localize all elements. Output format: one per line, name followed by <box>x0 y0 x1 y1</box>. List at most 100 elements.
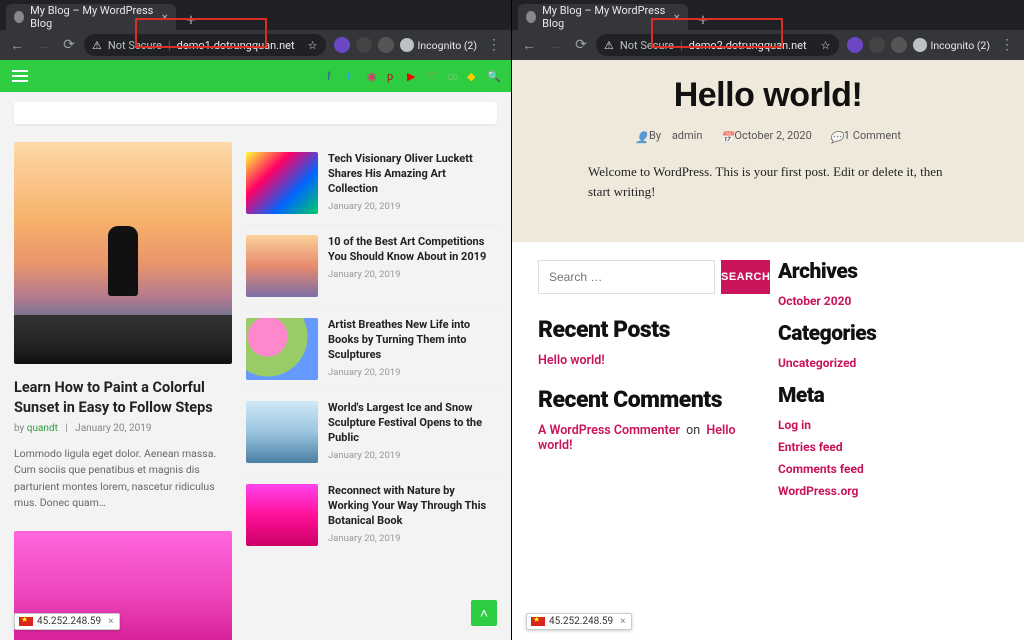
comment-count[interactable]: 1 Comment <box>844 129 901 142</box>
search-input[interactable] <box>538 260 715 294</box>
incognito-icon <box>400 38 414 52</box>
snapchat-icon[interactable]: ◆ <box>467 70 479 82</box>
extension-icon[interactable] <box>334 37 350 53</box>
new-tab-button[interactable]: + <box>180 8 202 30</box>
close-icon[interactable]: × <box>620 616 625 627</box>
instagram-icon[interactable]: ◉ <box>367 70 379 82</box>
category-link[interactable]: Uncategorized <box>778 356 998 370</box>
search-button[interactable]: SEARCH <box>721 260 770 294</box>
author-link[interactable]: admin <box>672 129 703 142</box>
youtube-icon[interactable]: ▶ <box>407 70 419 82</box>
widget-heading: Archives <box>778 260 998 284</box>
twitter-icon[interactable]: t <box>347 70 359 82</box>
sidebar-post-item[interactable]: Artist Breathes New Life into Books by T… <box>246 308 497 391</box>
scroll-to-top-button[interactable]: ˄ <box>471 600 497 626</box>
widget-heading: Recent Posts <box>538 316 758 343</box>
widget-heading: Categories <box>778 322 998 346</box>
extension-icon[interactable] <box>356 37 372 53</box>
back-button[interactable]: ← <box>6 34 28 56</box>
author-link[interactable]: quandt <box>27 423 58 434</box>
pinterest-icon[interactable]: p <box>387 70 399 82</box>
meta-link[interactable]: Comments feed <box>778 462 998 476</box>
meta-link[interactable]: Entries feed <box>778 440 998 454</box>
extension-icon[interactable] <box>847 37 863 53</box>
reload-button[interactable]: ⟳ <box>58 34 80 56</box>
post-body: Welcome to WordPress. This is your first… <box>588 162 948 202</box>
ip-badge[interactable]: 45.252.248.59 × <box>526 613 632 630</box>
sidebar-post-title: Reconnect with Nature by Working Your Wa… <box>328 484 497 529</box>
meta-link[interactable]: Log in <box>778 418 998 432</box>
security-warning-icon: ⚠ <box>92 39 102 52</box>
recent-comment: A WordPress Commenter on Hello world! <box>538 423 758 453</box>
heart-icon[interactable]: ♡ <box>427 70 439 82</box>
not-secure-label: Not Secure <box>620 39 674 52</box>
favicon <box>526 11 536 23</box>
sidebar-post-date: January 20, 2019 <box>328 533 497 544</box>
reload-button[interactable]: ⟳ <box>570 34 592 56</box>
forward-button[interactable]: → <box>32 34 54 56</box>
search-form: SEARCH <box>538 260 758 294</box>
bookmark-star-icon[interactable]: ☆ <box>308 39 318 52</box>
browser-tab[interactable]: My Blog – My WordPress Blog × <box>518 4 688 30</box>
address-bar[interactable]: ⚠ Not Secure | demo1.dotrungquan.net ☆ <box>84 34 326 56</box>
featured-image[interactable] <box>14 142 232 364</box>
archive-link[interactable]: October 2020 <box>778 294 998 308</box>
sidebar-post-title: Tech Visionary Oliver Luckett Shares His… <box>328 152 497 197</box>
sidebar-post-item[interactable]: 10 of the Best Art Competitions You Shou… <box>246 225 497 308</box>
tab-strip: My Blog – My WordPress Blog × + <box>0 0 511 30</box>
browser-tab[interactable]: My Blog – My WordPress Blog × <box>6 4 176 30</box>
close-tab-icon[interactable]: × <box>674 10 680 24</box>
sidebar-post-item[interactable]: World's Largest Ice and Snow Sculpture F… <box>246 391 497 474</box>
site-header: f t ◉ p ▶ ♡ ∞ ◆ 🔍 <box>0 60 511 92</box>
sidebar-post-item[interactable]: Reconnect with Nature by Working Your Wa… <box>246 474 497 556</box>
bookmark-star-icon[interactable]: ☆ <box>821 39 831 52</box>
tab-title: My Blog – My WordPress Blog <box>542 4 667 30</box>
incognito-indicator: Incognito (2) <box>913 38 990 52</box>
search-icon[interactable]: 🔍 <box>487 70 499 82</box>
sidebar-post-date: January 20, 2019 <box>328 450 497 461</box>
toolbar: ← → ⟳ ⚠ Not Secure | demo2.dotrungquan.n… <box>512 30 1024 60</box>
security-warning-icon: ⚠ <box>604 39 614 52</box>
post-date: October 2, 2020 <box>734 129 811 142</box>
sidebar-post-date: January 20, 2019 <box>328 201 497 212</box>
post-excerpt: Lommodo ligula eget dolor. Aenean massa.… <box>14 446 232 511</box>
toolbar: ← → ⟳ ⚠ Not Secure | demo1.dotrungquan.n… <box>0 30 511 60</box>
incognito-icon <box>913 38 927 52</box>
hamburger-menu-icon[interactable] <box>12 70 28 82</box>
featured-post-title[interactable]: Learn How to Paint a Colorful Sunset in … <box>14 378 232 417</box>
extension-icon[interactable] <box>869 37 885 53</box>
meta-link[interactable]: WordPress.org <box>778 484 998 498</box>
post-title[interactable]: Hello world! <box>540 76 996 115</box>
new-tab-button[interactable]: + <box>692 8 714 30</box>
favicon <box>14 11 24 23</box>
comment-author-link[interactable]: A WordPress Commenter <box>538 423 680 438</box>
sidebar-post-title: Artist Breathes New Life into Books by T… <box>328 318 497 363</box>
sidebar-post-item[interactable]: Tech Visionary Oliver Luckett Shares His… <box>246 142 497 225</box>
close-icon[interactable]: × <box>108 616 113 627</box>
back-button[interactable]: ← <box>518 34 540 56</box>
flag-icon <box>19 617 33 626</box>
browser-menu-button[interactable]: ⋮ <box>483 37 505 53</box>
recent-post-link[interactable]: Hello world! <box>538 353 758 368</box>
post-thumbnail <box>246 235 318 297</box>
calendar-icon: 📅 <box>720 131 730 141</box>
link-icon[interactable]: ∞ <box>447 70 459 82</box>
ip-badge[interactable]: 45.252.248.59 × <box>14 613 120 630</box>
facebook-icon[interactable]: f <box>327 70 339 82</box>
widget-heading: Recent Comments <box>538 386 758 413</box>
extensions-puzzle-icon[interactable] <box>891 37 907 53</box>
forward-button[interactable]: → <box>544 34 566 56</box>
post-thumbnail <box>246 401 318 463</box>
close-tab-icon[interactable]: × <box>162 10 168 24</box>
sidebar-post-date: January 20, 2019 <box>328 367 497 378</box>
browser-menu-button[interactable]: ⋮ <box>996 37 1018 53</box>
post-thumbnail <box>246 152 318 214</box>
address-bar[interactable]: ⚠ Not Secure | demo2.dotrungquan.net ☆ <box>596 34 839 56</box>
not-secure-label: Not Secure <box>108 39 162 52</box>
post-thumbnail <box>246 318 318 380</box>
sidebar-post-date: January 20, 2019 <box>328 269 497 280</box>
flag-icon <box>531 617 545 626</box>
sidebar-post-title: World's Largest Ice and Snow Sculpture F… <box>328 401 497 446</box>
tab-title: My Blog – My WordPress Blog <box>30 4 155 30</box>
extensions-puzzle-icon[interactable] <box>378 37 394 53</box>
